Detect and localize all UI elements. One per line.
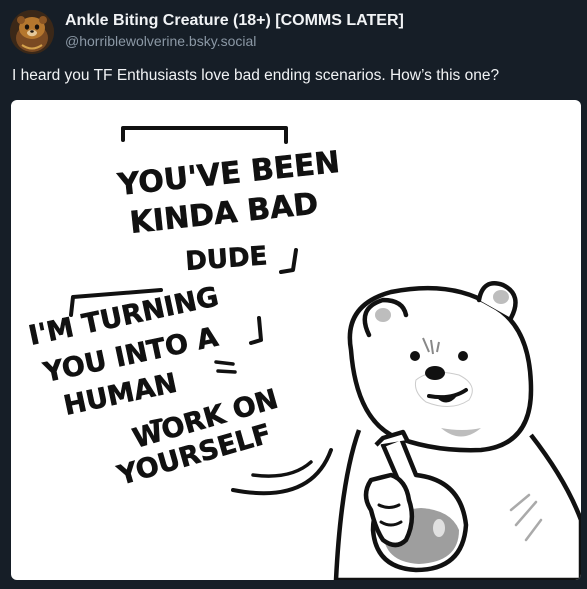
wolverine-avatar-icon bbox=[10, 10, 54, 54]
author-info: Ankle Biting Creature (18+) [COMMS LATER… bbox=[65, 11, 575, 51]
author-display-name[interactable]: Ankle Biting Creature (18+) [COMMS LATER… bbox=[65, 11, 575, 31]
bubble-2-bracket-right bbox=[249, 316, 263, 345]
dash-mark bbox=[149, 418, 163, 424]
bubble-1-bracket-bottom bbox=[279, 248, 298, 274]
swoosh-line bbox=[231, 448, 333, 496]
bubble-1-line-3: DUDE bbox=[184, 241, 268, 277]
post-card: Ankle Biting Creature (18+) [COMMS LATER… bbox=[0, 0, 587, 589]
comic-illustration: YOU'VE BEEN KINDA BAD DUDE I'M TURNING Y… bbox=[26, 126, 581, 580]
post-image[interactable]: YOU'VE BEEN KINDA BAD DUDE I'M TURNING Y… bbox=[11, 100, 581, 580]
speech-bubble-1: YOU'VE BEEN KINDA BAD DUDE bbox=[115, 145, 342, 278]
equals-mark bbox=[214, 360, 237, 374]
author-avatar[interactable] bbox=[10, 10, 54, 54]
post-text: I heard you TF Enthusiasts love bad endi… bbox=[12, 67, 500, 84]
bubble-1-bracket-top bbox=[121, 126, 288, 144]
speech-bubble-2: I'M TURNING YOU INTO A HUMAN WORK ON YOU… bbox=[26, 281, 282, 492]
author-handle[interactable]: @horriblewolverine.bsky.social bbox=[65, 31, 575, 51]
swoosh-line-2 bbox=[251, 460, 313, 478]
